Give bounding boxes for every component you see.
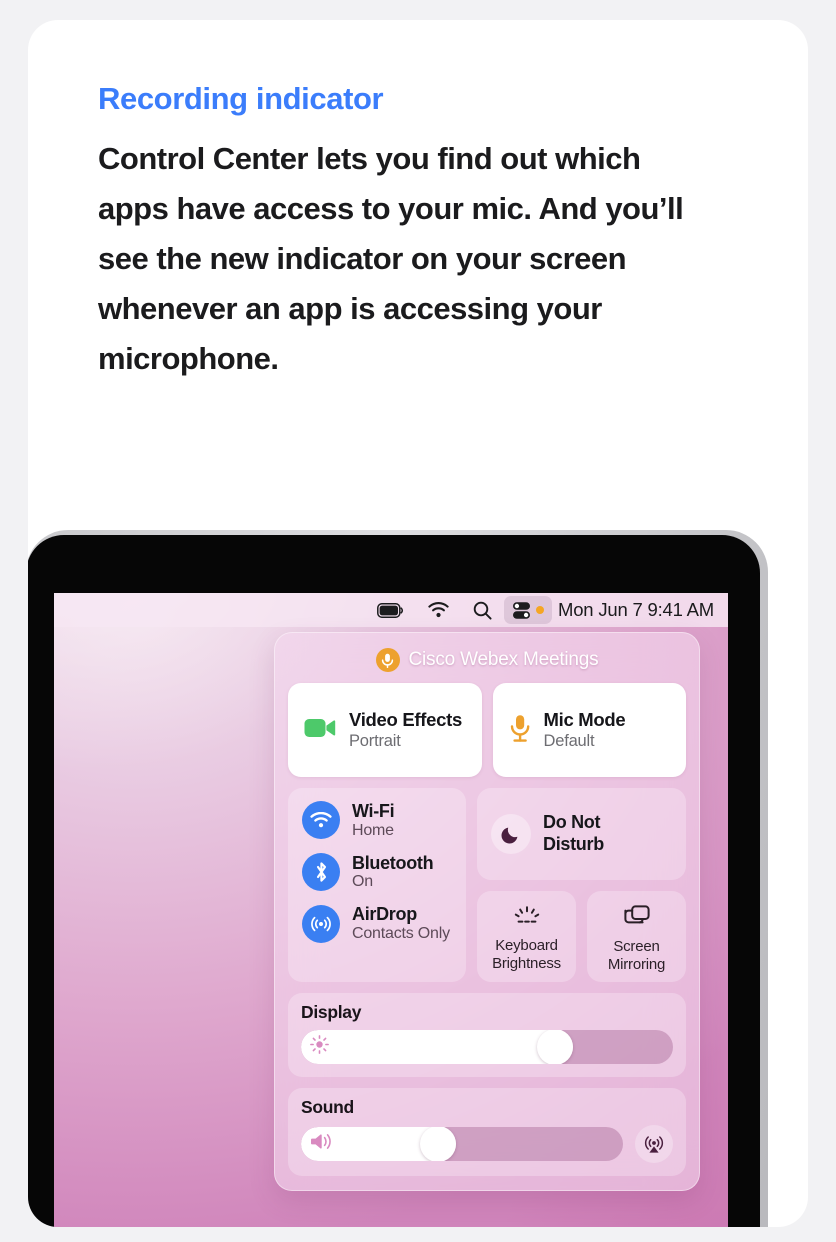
mic-mode-title: Mic Mode	[543, 708, 626, 730]
video-effects-tile[interactable]: Video Effects Portrait	[288, 683, 482, 777]
search-icon[interactable]	[461, 596, 504, 624]
wifi-subtitle: Home	[352, 821, 394, 839]
display-slider-fill	[301, 1030, 573, 1064]
screen-mirroring-label: Screen Mirroring	[607, 938, 666, 973]
airdrop-title: AirDrop	[352, 904, 417, 925]
av-tiles-row: Video Effects Portrait Mic Mode Default	[288, 683, 686, 777]
toggles-column: Do Not Disturb Keyboard Brightness Scree…	[477, 788, 686, 982]
display-slider-title: Display	[301, 1002, 362, 1022]
airdrop-text: AirDrop Contacts Only	[352, 904, 450, 943]
menubar-clock[interactable]: Mon Jun 7 9:41 AM	[552, 599, 714, 621]
keyboard-brightness-icon	[512, 905, 542, 932]
airplay-audio-icon[interactable]	[635, 1125, 673, 1163]
cc-app-label: Cisco Webex Meetings	[408, 649, 599, 670]
airdrop-icon	[302, 904, 340, 943]
wifi-icon[interactable]	[416, 596, 461, 624]
video-effects-title: Video Effects	[349, 708, 462, 730]
bluetooth-title: Bluetooth	[352, 852, 434, 873]
wifi-text: Wi-Fi Home	[352, 801, 395, 840]
dnd-label-line1: Do Not	[543, 812, 601, 833]
microphone-icon	[375, 648, 400, 672]
wifi-icon	[302, 801, 340, 840]
mini-tiles-row: Keyboard Brightness Screen Mirroring	[477, 891, 686, 982]
keyboard-brightness-tile[interactable]: Keyboard Brightness	[477, 891, 576, 982]
control-center-panel: Cisco Webex Meetings Video Effects Portr…	[274, 632, 700, 1191]
screen-mirroring-tile[interactable]: Screen Mirroring	[587, 891, 686, 982]
kb-label-line1: Keyboard	[495, 937, 558, 955]
sound-slider-line	[301, 1125, 673, 1163]
dnd-label-line2: Disturb	[543, 834, 604, 854]
macbook-device-mock: Mon Jun 7 9:41 AM Cisco Webex Meetings V…	[28, 510, 768, 1227]
video-camera-icon	[304, 717, 336, 744]
page-body-text: Control Center lets you find out which a…	[98, 141, 684, 377]
display-slider-line	[301, 1030, 673, 1064]
control-center-icon[interactable]	[504, 596, 552, 624]
content-card: Recording indicator Control Center lets …	[28, 20, 808, 1227]
cc-app-header: Cisco Webex Meetings	[288, 645, 686, 675]
sound-slider-knob[interactable]	[419, 1127, 456, 1161]
bluetooth-row[interactable]: Bluetooth On	[302, 853, 452, 892]
sound-slider-tile: Sound	[288, 1088, 686, 1176]
moon-icon	[491, 814, 531, 854]
recording-indicator-dot	[536, 606, 544, 614]
page-eyebrow: Recording indicator	[98, 81, 384, 116]
mic-mode-tile[interactable]: Mic Mode Default	[492, 683, 686, 777]
device-screen: Mon Jun 7 9:41 AM Cisco Webex Meetings V…	[54, 593, 728, 1227]
do-not-disturb-tile[interactable]: Do Not Disturb	[477, 788, 686, 880]
microphone-icon	[509, 714, 531, 747]
do-not-disturb-label: Do Not Disturb	[543, 812, 604, 855]
wifi-title: Wi-Fi	[352, 801, 395, 821]
screen-mirroring-icon	[623, 904, 651, 933]
wifi-row[interactable]: Wi-Fi Home	[302, 801, 452, 840]
brightness-sun-icon	[310, 1035, 329, 1059]
sound-slider-title: Sound	[301, 1097, 354, 1117]
page-root: Recording indicator Control Center lets …	[0, 0, 836, 1242]
mic-mode-subtitle: Default	[543, 732, 595, 751]
menu-bar: Mon Jun 7 9:41 AM	[54, 593, 728, 627]
sm-label-line2: Mirroring	[607, 955, 666, 973]
speaker-wave-icon	[310, 1132, 334, 1156]
connectivity-tile: Wi-Fi Home Bluetooth On AirDrop Contacts…	[288, 788, 466, 982]
sm-label-line1: Screen	[613, 938, 660, 956]
video-effects-subtitle: Portrait	[349, 732, 401, 751]
mic-mode-text: Mic Mode Default	[544, 709, 626, 751]
copy-block: Recording indicator Control Center lets …	[98, 81, 738, 384]
sound-volume-slider[interactable]	[301, 1127, 623, 1161]
kb-label-line2: Brightness	[492, 954, 561, 972]
display-brightness-slider[interactable]	[301, 1030, 673, 1064]
bluetooth-subtitle: On	[352, 873, 373, 891]
display-slider-knob[interactable]	[536, 1030, 573, 1064]
battery-icon[interactable]	[365, 596, 416, 624]
video-effects-text: Video Effects Portrait	[349, 709, 462, 751]
connectivity-and-toggles-row: Wi-Fi Home Bluetooth On AirDrop Contacts…	[288, 788, 686, 982]
airdrop-subtitle: Contacts Only	[352, 925, 450, 943]
display-slider-tile: Display	[288, 993, 686, 1077]
airdrop-row[interactable]: AirDrop Contacts Only	[302, 904, 452, 943]
keyboard-brightness-label: Keyboard Brightness	[492, 937, 561, 972]
bluetooth-text: Bluetooth On	[352, 852, 434, 892]
bluetooth-icon	[302, 853, 340, 892]
